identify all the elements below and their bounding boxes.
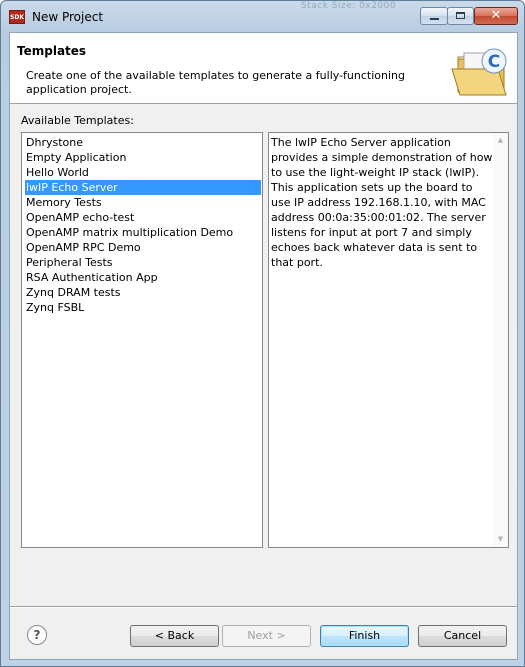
title-bar[interactable]: SDK New Project Stack Size: 0x2000 ✕: [1, 1, 525, 33]
dialog-window: SDK New Project Stack Size: 0x2000 ✕ Tem…: [0, 0, 525, 667]
template-description-box: The lwIP Echo Server application provide…: [268, 132, 509, 548]
help-icon[interactable]: ?: [27, 625, 47, 645]
minimize-icon: [430, 18, 439, 20]
template-list-item[interactable]: Empty Application: [25, 150, 261, 165]
close-icon: ✕: [490, 8, 502, 23]
scroll-up-arrow-icon[interactable]: ▲: [493, 133, 508, 148]
template-list-item[interactable]: Peripheral Tests: [25, 255, 261, 270]
template-list-item[interactable]: Memory Tests: [25, 195, 261, 210]
maximize-icon: [456, 12, 465, 19]
template-list-item[interactable]: OpenAMP echo-test: [25, 210, 261, 225]
dialog-client-area: Templates Create one of the available te…: [9, 32, 518, 660]
description-scrollbar[interactable]: ▲ ▼: [493, 133, 508, 547]
wizard-header: Templates Create one of the available te…: [10, 33, 517, 104]
c-folder-icon: C: [451, 48, 507, 96]
template-list-item[interactable]: lwIP Echo Server: [25, 180, 261, 195]
finish-button[interactable]: Finish: [320, 625, 409, 647]
window-title: New Project: [32, 10, 104, 24]
template-description-text: The lwIP Echo Server application provide…: [271, 136, 493, 269]
button-bar-divider: [10, 606, 517, 608]
minimize-button[interactable]: [420, 7, 448, 25]
available-templates-label: Available Templates:: [21, 114, 134, 127]
maximize-button[interactable]: [447, 7, 474, 25]
sdk-app-icon: SDK: [9, 10, 25, 24]
background-window-text: Stack Size: 0x2000: [301, 1, 397, 11]
templates-list[interactable]: Dhrystone Empty Application Hello World lwI…: [21, 132, 263, 548]
cancel-button[interactable]: Cancel: [418, 625, 507, 647]
template-list-item[interactable]: Dhrystone: [25, 135, 261, 150]
back-button[interactable]: < Back: [130, 625, 219, 647]
page-title: Templates: [17, 44, 87, 58]
template-list-item[interactable]: OpenAMP matrix multiplication Demo: [25, 225, 261, 240]
template-list-item[interactable]: Hello World: [25, 165, 261, 180]
scroll-down-arrow-icon[interactable]: ▼: [493, 532, 508, 547]
template-list-item[interactable]: OpenAMP RPC Demo: [25, 240, 261, 255]
page-description: Create one of the available templates to…: [26, 69, 405, 96]
next-button[interactable]: Next >: [222, 625, 311, 647]
template-list-item[interactable]: RSA Authentication App: [25, 270, 261, 285]
close-button[interactable]: ✕: [474, 7, 518, 25]
template-list-item[interactable]: Zynq FSBL: [25, 300, 261, 315]
svg-text:C: C: [488, 52, 500, 72]
template-list-item[interactable]: Zynq DRAM tests: [25, 285, 261, 300]
